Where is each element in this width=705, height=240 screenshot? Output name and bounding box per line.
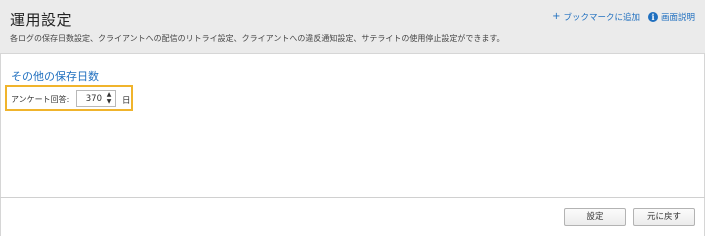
chevron-down-icon[interactable]: ▼: [105, 99, 113, 105]
survey-days-stepper[interactable]: 370 ▲ ▼: [76, 90, 116, 107]
reset-button[interactable]: 元に戻す: [633, 208, 695, 226]
spin-arrows: ▲ ▼: [105, 92, 113, 105]
page-title: 運用設定: [10, 11, 73, 29]
save-button[interactable]: 設定: [564, 208, 626, 226]
days-unit-label: 日: [122, 96, 131, 106]
survey-days-value[interactable]: 370: [86, 94, 102, 104]
add-bookmark-link[interactable]: + ブックマークに追加: [552, 11, 640, 24]
page-description: 各ログの保存日数設定、クライアントへの配信のリトライ設定、クライアントへの違反通…: [10, 34, 505, 43]
section-title: その他の保存日数: [11, 70, 99, 83]
header-links: + ブックマークに追加 i 画面説明: [552, 11, 695, 24]
survey-answer-label: アンケート回答:: [11, 95, 70, 104]
footer-divider: [0, 197, 705, 198]
page-header: 運用設定 各ログの保存日数設定、クライアントへの配信のリトライ設定、クライアント…: [0, 0, 705, 54]
add-bookmark-label: ブックマークに追加: [563, 13, 640, 23]
screen-help-link[interactable]: i 画面説明: [647, 11, 695, 23]
info-icon: i: [647, 12, 658, 22]
plus-icon: +: [552, 11, 561, 22]
screen-help-label: 画面説明: [660, 13, 695, 23]
